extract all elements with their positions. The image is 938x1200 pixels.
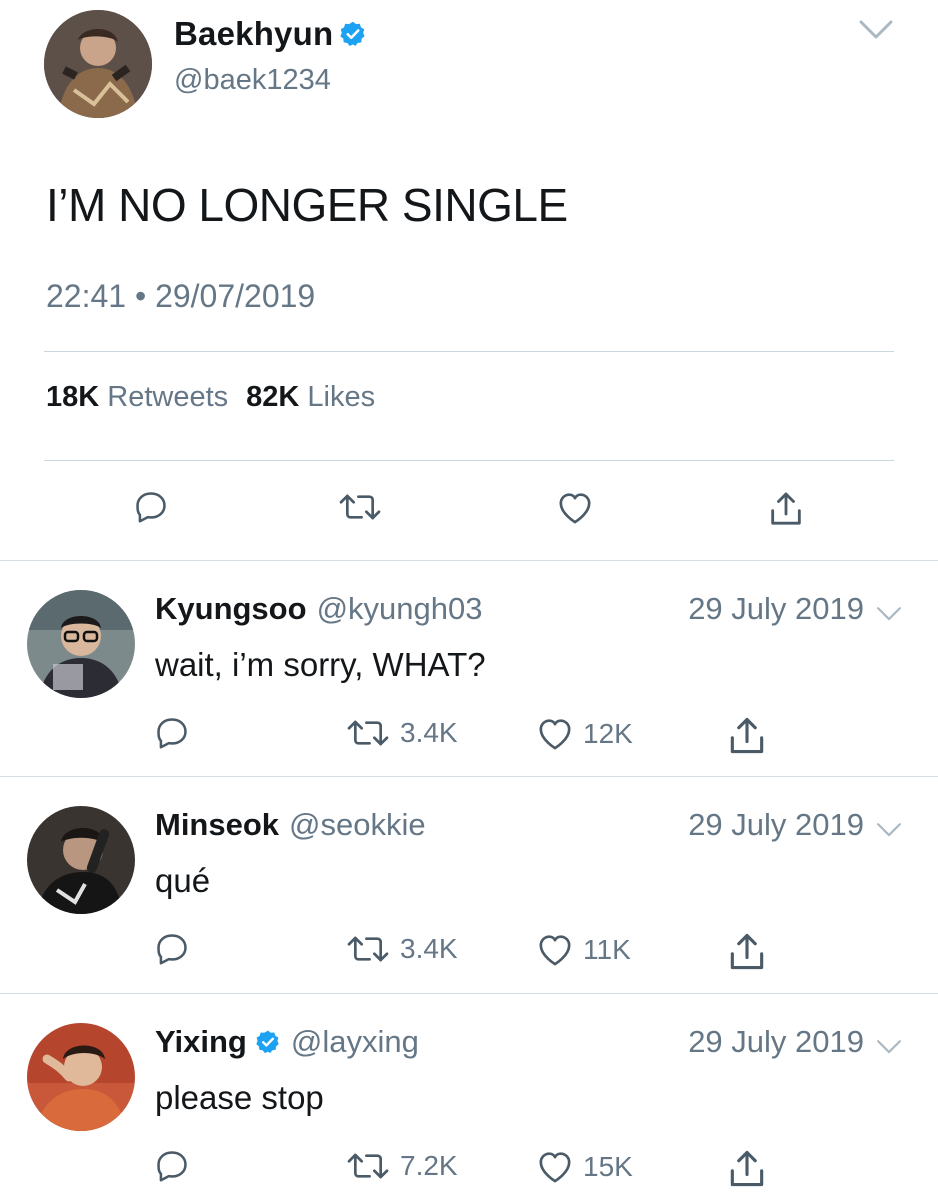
heart-icon [535, 930, 575, 970]
divider [0, 560, 938, 561]
share-button[interactable] [725, 930, 769, 974]
reply-date: 29 July 2019 [688, 591, 864, 626]
divider [44, 460, 894, 461]
reply-button[interactable] [153, 930, 191, 968]
reply-button[interactable] [153, 1147, 191, 1185]
reply-header: Kyungsoo @kyungh03 [155, 591, 482, 627]
share-button[interactable] [725, 714, 769, 758]
reply-date: 29 July 2019 [688, 1024, 864, 1059]
share-icon [725, 714, 769, 758]
reply-avatar[interactable] [27, 1023, 135, 1131]
like-button[interactable]: 15K [535, 1147, 633, 1187]
like-count: 15K [583, 1151, 633, 1182]
retweet-count: 3.4K [400, 933, 458, 964]
share-icon[interactable] [766, 488, 806, 530]
reply-text: wait, i’m sorry, WHAT? [155, 646, 486, 683]
retweet-icon [344, 714, 392, 752]
share-button[interactable] [725, 1147, 769, 1191]
verified-badge-icon [255, 1029, 281, 1055]
reply-tweet[interactable]: Yixing @layxing 29 July 2019 please stop… [0, 995, 938, 1200]
tweet-timestamp: 22:41 • 29/07/2019 [46, 278, 315, 315]
chevron-down-icon[interactable] [876, 1038, 902, 1056]
like-button[interactable]: 12K [535, 714, 633, 754]
retweet-button[interactable]: 3.4K [344, 714, 458, 752]
reply-avatar[interactable] [27, 590, 135, 698]
tweet-date: 29/07/2019 [155, 278, 316, 314]
chevron-down-icon[interactable] [876, 605, 902, 623]
retweet-count: 3.4K [400, 717, 458, 748]
reply-author-handle[interactable]: @layxing [291, 1024, 419, 1060]
reply-author-name[interactable]: Yixing [155, 1024, 247, 1060]
share-icon [725, 930, 769, 974]
author-avatar[interactable] [44, 10, 152, 118]
author-name-row: Baekhyun [174, 15, 367, 53]
chevron-down-icon[interactable] [876, 821, 902, 839]
reply-action-bar: 7.2K 15K [0, 1147, 938, 1191]
tweet-time: 22:41 [46, 278, 127, 314]
retweets-count: 18K [46, 381, 100, 413]
verified-badge-icon [339, 20, 367, 48]
reply-avatar[interactable] [27, 806, 135, 914]
chevron-down-icon[interactable] [858, 18, 894, 42]
heart-icon [535, 1147, 575, 1187]
retweet-icon[interactable] [336, 488, 384, 526]
reply-author-name[interactable]: Minseok [155, 807, 279, 843]
tweet-detail-screen: Baekhyun @baek1234 I’M NO LONGER SINGLE … [0, 0, 938, 1200]
divider [0, 993, 938, 994]
tweet-stats: 18K Retweets 82K Likes [46, 381, 375, 414]
retweets-label: Retweets [107, 381, 229, 413]
reply-icon [153, 1147, 191, 1185]
tweet-action-bar [0, 488, 938, 538]
reply-action-bar: 3.4K 12K [0, 714, 938, 758]
divider [44, 351, 894, 352]
tweet-text: I’M NO LONGER SINGLE [46, 179, 568, 231]
reply-icon [153, 930, 191, 968]
author-handle[interactable]: @baek1234 [174, 64, 331, 97]
reply-author-name[interactable]: Kyungsoo [155, 591, 307, 627]
reply-header: Yixing @layxing [155, 1024, 419, 1060]
reply-text: please stop [155, 1079, 324, 1116]
reply-header: Minseok @seokkie [155, 807, 426, 843]
retweet-icon [344, 1147, 392, 1185]
heart-icon[interactable] [555, 488, 595, 528]
like-button[interactable]: 11K [535, 930, 631, 970]
reply-icon [153, 714, 191, 752]
likes-count: 82K [246, 381, 300, 413]
like-count: 12K [583, 718, 633, 749]
reply-tweet[interactable]: Kyungsoo @kyungh03 29 July 2019 wait, i’… [0, 562, 938, 778]
heart-icon [535, 714, 575, 754]
reply-icon[interactable] [132, 488, 170, 526]
reply-action-bar: 3.4K 11K [0, 930, 938, 974]
divider [0, 776, 938, 777]
reply-date: 29 July 2019 [688, 807, 864, 842]
retweets-stat[interactable]: 18K Retweets [46, 381, 228, 413]
reply-text: qué [155, 862, 211, 899]
reply-tweet[interactable]: Minseok @seokkie 29 July 2019 qué 3.4K 1… [0, 778, 938, 994]
share-icon [725, 1147, 769, 1191]
like-count: 11K [583, 934, 631, 965]
likes-label: Likes [307, 381, 376, 413]
meta-separator: • [134, 278, 156, 314]
reply-author-handle[interactable]: @seokkie [289, 807, 426, 843]
retweet-icon [344, 930, 392, 968]
likes-stat[interactable]: 82K Likes [246, 381, 375, 413]
retweet-button[interactable]: 3.4K [344, 930, 458, 968]
author-name[interactable]: Baekhyun [174, 15, 333, 53]
reply-button[interactable] [153, 714, 191, 752]
reply-author-handle[interactable]: @kyungh03 [317, 591, 483, 627]
retweet-count: 7.2K [400, 1150, 458, 1181]
retweet-button[interactable]: 7.2K [344, 1147, 458, 1185]
